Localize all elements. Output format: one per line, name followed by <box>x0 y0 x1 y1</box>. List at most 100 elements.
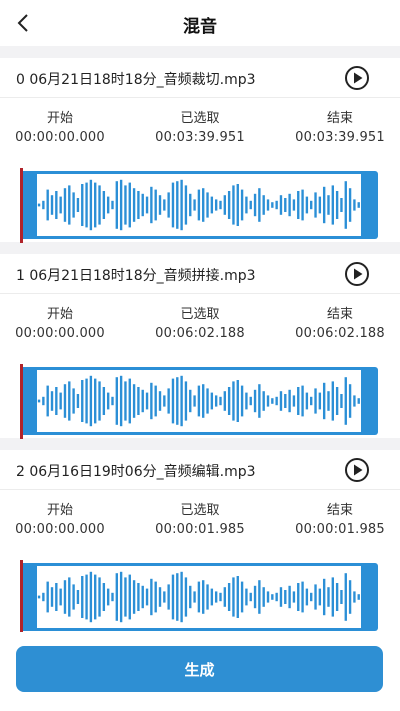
waveform-bar <box>158 195 162 215</box>
waveform-bar <box>310 592 313 602</box>
waveform-bar <box>206 192 209 218</box>
waveform-bar <box>145 392 149 410</box>
waveform-bar <box>249 200 252 210</box>
waveform-bar <box>318 392 322 410</box>
play-icon[interactable] <box>344 65 370 91</box>
time-info: 开始 00:00:00.000 已选取 00:06:02.188 结束 00:0… <box>0 307 400 347</box>
waveform-bar <box>189 389 192 413</box>
waveform-bar <box>158 587 162 607</box>
waveform-bar <box>214 395 218 407</box>
waveform-bar <box>258 580 261 614</box>
waveform-bar <box>284 198 287 212</box>
end-time: 结束 00:00:01.985 <box>280 503 400 539</box>
waveform-bar <box>232 381 235 421</box>
waveform-bar <box>310 200 313 210</box>
waveform-bar <box>348 384 352 418</box>
waveform-bar <box>184 577 188 617</box>
waveform-bar <box>202 188 205 222</box>
waveform-bar <box>72 388 75 414</box>
waveform-bar <box>214 199 218 211</box>
waveform-bar <box>223 195 226 215</box>
waveform-bar <box>322 382 326 420</box>
waveform-bar <box>284 590 287 604</box>
waveform-bar <box>171 378 175 424</box>
waveform-bar <box>180 571 183 623</box>
waveform-bar <box>98 577 101 617</box>
start-label: 开始 <box>46 307 73 322</box>
waveform-bar <box>219 200 222 210</box>
waveform-bar <box>145 588 149 606</box>
waveform-bar <box>197 385 201 417</box>
waveform-bar <box>132 188 136 222</box>
waveform-bar <box>76 198 80 212</box>
waveform-bar <box>68 577 71 617</box>
end-label: 结束 <box>326 111 353 126</box>
waveform-bar <box>275 396 278 406</box>
playhead-marker[interactable] <box>20 364 23 439</box>
waveform-bar <box>262 195 265 215</box>
end-label: 结束 <box>326 307 353 322</box>
waveform-bar <box>180 179 183 231</box>
waveform-bar <box>141 585 144 609</box>
waveform-range-selector[interactable] <box>20 367 378 435</box>
waveform-bar <box>81 380 84 422</box>
waveform-bar <box>245 196 248 214</box>
waveform-bar <box>348 188 352 222</box>
waveform-bar <box>240 189 244 221</box>
waveform-bar <box>335 583 339 611</box>
playhead-marker[interactable] <box>20 560 23 632</box>
track-file-name: 2 06月16日19时06分_音频编辑.mp3 <box>16 464 256 480</box>
waveform-bar <box>227 387 231 415</box>
waveform-bar <box>279 587 283 607</box>
waveform-bar <box>258 188 261 222</box>
waveform-bar <box>184 185 188 225</box>
waveform-bar <box>297 387 300 415</box>
waveform-bar <box>335 191 339 219</box>
waveform-bar <box>344 573 347 621</box>
waveform-bar <box>111 592 114 602</box>
waveform-range-selector[interactable] <box>20 563 378 631</box>
generate-button[interactable]: 生成 <box>16 646 383 692</box>
start-value: 00:00:00.000 <box>15 326 105 341</box>
waveform-bar <box>119 179 123 231</box>
waveform-bar <box>262 587 265 607</box>
waveform-bar <box>258 384 261 418</box>
waveform-bar <box>163 199 166 211</box>
waveform-bar <box>63 580 67 614</box>
waveform-bar <box>119 571 123 623</box>
waveform-range-selector[interactable] <box>20 171 378 239</box>
waveform-bar <box>271 202 274 208</box>
waveform-bar <box>154 581 157 613</box>
waveform-bar <box>202 384 205 418</box>
track-header: 1 06月21日18时18分_音频拼接.mp3 <box>0 254 400 294</box>
waveform-bar <box>154 189 157 221</box>
waveform-bar <box>353 395 356 407</box>
waveform-bar <box>89 571 93 623</box>
playhead-marker[interactable] <box>20 168 23 243</box>
waveform-bar <box>266 591 270 603</box>
waveform-bar <box>128 182 131 228</box>
waveform-bar <box>189 193 192 217</box>
waveform-bar <box>193 199 196 211</box>
waveform-bar <box>193 591 196 603</box>
waveform-bar <box>115 181 118 229</box>
waveform-bar <box>340 394 343 408</box>
waveform-bar <box>59 392 62 410</box>
waveform-bar <box>189 585 192 609</box>
play-icon[interactable] <box>344 457 370 483</box>
waveform-bar <box>98 381 101 421</box>
waveform-bar <box>37 595 41 599</box>
start-label: 开始 <box>46 111 73 126</box>
waveform-bar <box>106 196 110 214</box>
waveform-bar <box>193 395 196 407</box>
waveform-bar <box>305 196 309 214</box>
waveform-bar <box>89 375 93 427</box>
waveform-bar <box>253 585 257 609</box>
track-list[interactable]: 0 06月21日18时18分_音频裁切.mp3 开始 00:00:00.000 … <box>0 46 400 632</box>
waveform-bar <box>176 181 179 229</box>
waveform-bar <box>271 594 274 600</box>
waveform-bar <box>310 396 313 406</box>
waveform-bar <box>219 592 222 602</box>
track-file-name: 1 06月21日18时18分_音频拼接.mp3 <box>16 268 256 284</box>
play-icon[interactable] <box>344 261 370 287</box>
